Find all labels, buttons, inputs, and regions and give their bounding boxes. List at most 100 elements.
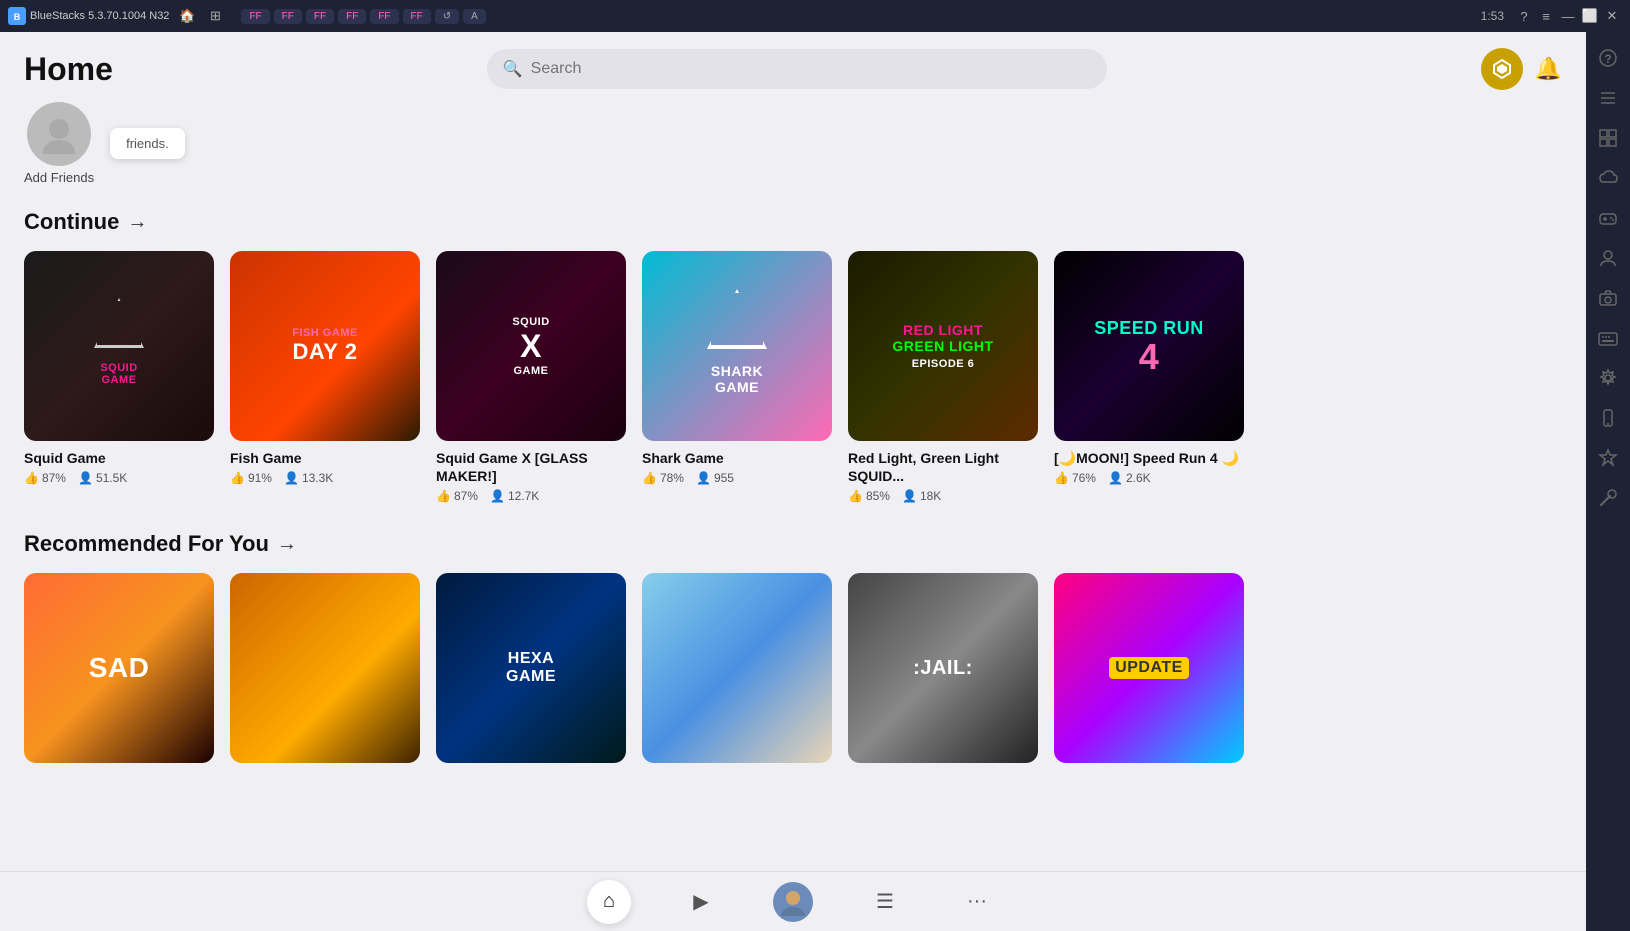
game-card-sad[interactable]: SAD: [24, 573, 214, 771]
players-stat: 👤 2.6K: [1108, 471, 1151, 485]
game-thumbnail-squid-x: SQUIDXGAME: [436, 251, 626, 441]
game-thumbnail-shark-game: SHARKGAME: [642, 251, 832, 441]
game-card-speed-run[interactable]: Speed Run 4 [🌙MOON!] Speed Run 4 🌙 👍 76%…: [1054, 251, 1244, 503]
rating-stat: 👍 91%: [230, 471, 272, 485]
game-card-rec-4[interactable]: [642, 573, 832, 771]
instance-tab-1[interactable]: FF: [241, 9, 269, 24]
continue-game-grid: SQUIDGAME Squid Game 👍 87% 👤 51.5K FI: [24, 251, 1562, 503]
sidebar-icon-settings[interactable]: [1590, 360, 1626, 396]
avatar: [27, 102, 91, 166]
rating-stat: 👍 76%: [1054, 471, 1096, 485]
game-card-squid-x[interactable]: SQUIDXGAME Squid Game X [GLASS MAKER!] 👍…: [436, 251, 626, 503]
sidebar-icon-mobile[interactable]: [1590, 400, 1626, 436]
list-nav-icon: ☰: [876, 889, 894, 914]
instance-tab-6[interactable]: FF: [403, 9, 431, 24]
game-thumbnail-red-light: RED LIGHTGREEN LIGHTEPISODE 6: [848, 251, 1038, 441]
game-stats-speed-run: 👍 76% 👤 2.6K: [1054, 471, 1244, 485]
robux-button[interactable]: [1481, 48, 1523, 90]
instance-tab-4[interactable]: FF: [338, 9, 366, 24]
notifications-bell-icon[interactable]: 🔔: [1535, 56, 1562, 82]
game-thumbnail-rec-4: [642, 573, 832, 763]
bluestacks-logo-icon: B: [8, 7, 26, 25]
more-nav-icon: ···: [967, 890, 987, 913]
sidebar-icon-menu[interactable]: [1590, 80, 1626, 116]
recommended-section-header: Recommended For You →: [24, 531, 1562, 557]
recommended-game-grid: SAD HEXAGAME: [24, 573, 1562, 771]
search-input[interactable]: [531, 60, 1091, 78]
nav-more[interactable]: ···: [955, 880, 999, 924]
instance-tab-2[interactable]: FF: [274, 9, 302, 24]
game-thumbnail-speed-run: Speed Run 4: [1054, 251, 1244, 441]
game-name-speed-run: [🌙MOON!] Speed Run 4 🌙: [1054, 449, 1244, 467]
game-card-rec-2[interactable]: [230, 573, 420, 771]
bottom-nav: ⌂ ▶ ☰ ···: [0, 871, 1586, 931]
players-stat: 👤 12.7K: [490, 489, 539, 503]
sidebar-icon-game[interactable]: [1590, 200, 1626, 236]
continue-title: Continue: [24, 209, 119, 235]
title-bar-left: B BlueStacks 5.3.70.1004 N32 🏠 ⊞ FF FF F…: [8, 6, 486, 26]
game-name-squid-x: Squid Game X [GLASS MAKER!]: [436, 449, 626, 485]
help-icon[interactable]: ?: [1514, 6, 1534, 26]
players-stat: 👤 13.3K: [284, 471, 333, 485]
main-content: Home 🔍 🔔: [0, 32, 1586, 931]
instance-tab-8[interactable]: A: [463, 9, 486, 24]
maximize-icon[interactable]: ⬜: [1580, 6, 1600, 26]
game-card-squid-game[interactable]: SQUIDGAME Squid Game 👍 87% 👤 51.5K: [24, 251, 214, 503]
rating-stat: 👍 87%: [24, 471, 66, 485]
add-friends-container: Add Friends: [24, 102, 94, 185]
continue-arrow[interactable]: →: [127, 211, 147, 234]
sidebar-icon-instances[interactable]: [1590, 120, 1626, 156]
svg-text:?: ?: [1604, 52, 1611, 66]
instance-tab-3[interactable]: FF: [306, 9, 334, 24]
sidebar-icon-tools[interactable]: [1590, 480, 1626, 516]
game-card-shark-game[interactable]: SHARKGAME Shark Game 👍 78% 👤 955: [642, 251, 832, 503]
game-stats-fish-game: 👍 91% 👤 13.3K: [230, 471, 420, 485]
rating-stat: 👍 87%: [436, 489, 478, 503]
game-name-red-light: Red Light, Green Light SQUID...: [848, 449, 1038, 485]
title-bar-logo: B BlueStacks 5.3.70.1004 N32: [8, 7, 169, 25]
instance-tab-7[interactable]: ↺: [435, 9, 459, 24]
scroll-content: Add Friends friends. Continue → SQUIDGAM: [0, 98, 1586, 871]
instance-tab-5[interactable]: FF: [370, 9, 398, 24]
game-card-hexa[interactable]: HEXAGAME: [436, 573, 626, 771]
header-icons: 🔔: [1481, 48, 1562, 90]
recommended-title: Recommended For You: [24, 531, 269, 557]
continue-section-header: Continue →: [24, 209, 1562, 235]
game-thumbnail-hexa: HEXAGAME: [436, 573, 626, 763]
sidebar-icon-keyboard[interactable]: [1590, 320, 1626, 356]
page-header: Home 🔍 🔔: [0, 32, 1586, 98]
recommended-arrow[interactable]: →: [277, 533, 297, 556]
game-card-red-light[interactable]: RED LIGHTGREEN LIGHTEPISODE 6 Red Light,…: [848, 251, 1038, 503]
search-icon: 🔍: [503, 59, 523, 79]
game-thumbnail-rec-2: [230, 573, 420, 763]
play-nav-icon: ▶: [693, 889, 708, 914]
nav-avatar[interactable]: [771, 880, 815, 924]
sidebar-icon-help[interactable]: ?: [1590, 40, 1626, 76]
menu-icon[interactable]: ≡: [1536, 6, 1556, 26]
nav-play[interactable]: ▶: [679, 880, 723, 924]
sidebar-icon-star[interactable]: [1590, 440, 1626, 476]
game-stats-squid-x: 👍 87% 👤 12.7K: [436, 489, 626, 503]
game-thumbnail-jail: :jail:: [848, 573, 1038, 763]
game-thumbnail-fish-game: FISH GAMEDAY 2: [230, 251, 420, 441]
friends-tooltip: friends.: [110, 128, 185, 159]
svg-text:B: B: [14, 12, 21, 22]
game-card-car[interactable]: UPDATE: [1054, 573, 1244, 771]
nav-home[interactable]: ⌂: [587, 880, 631, 924]
players-stat: 👤 18K: [902, 489, 941, 503]
home-tab-icon[interactable]: 🏠: [177, 6, 197, 26]
game-name-squid-game: Squid Game: [24, 449, 214, 467]
search-bar[interactable]: 🔍: [487, 49, 1107, 89]
players-stat: 👤 51.5K: [78, 471, 127, 485]
game-card-fish-game[interactable]: FISH GAMEDAY 2 Fish Game 👍 91% 👤 13.3K: [230, 251, 420, 503]
game-card-jail[interactable]: :jail:: [848, 573, 1038, 771]
right-sidebar: ?: [1586, 32, 1630, 931]
multi-tab-icon[interactable]: ⊞: [205, 6, 225, 26]
close-icon[interactable]: ✕: [1602, 6, 1622, 26]
sidebar-icon-cloud[interactable]: [1590, 160, 1626, 196]
nav-list[interactable]: ☰: [863, 880, 907, 924]
add-friends-label[interactable]: Add Friends: [24, 170, 94, 185]
minimize-icon[interactable]: —: [1558, 6, 1578, 26]
sidebar-icon-profile[interactable]: [1590, 240, 1626, 276]
sidebar-icon-camera[interactable]: [1590, 280, 1626, 316]
